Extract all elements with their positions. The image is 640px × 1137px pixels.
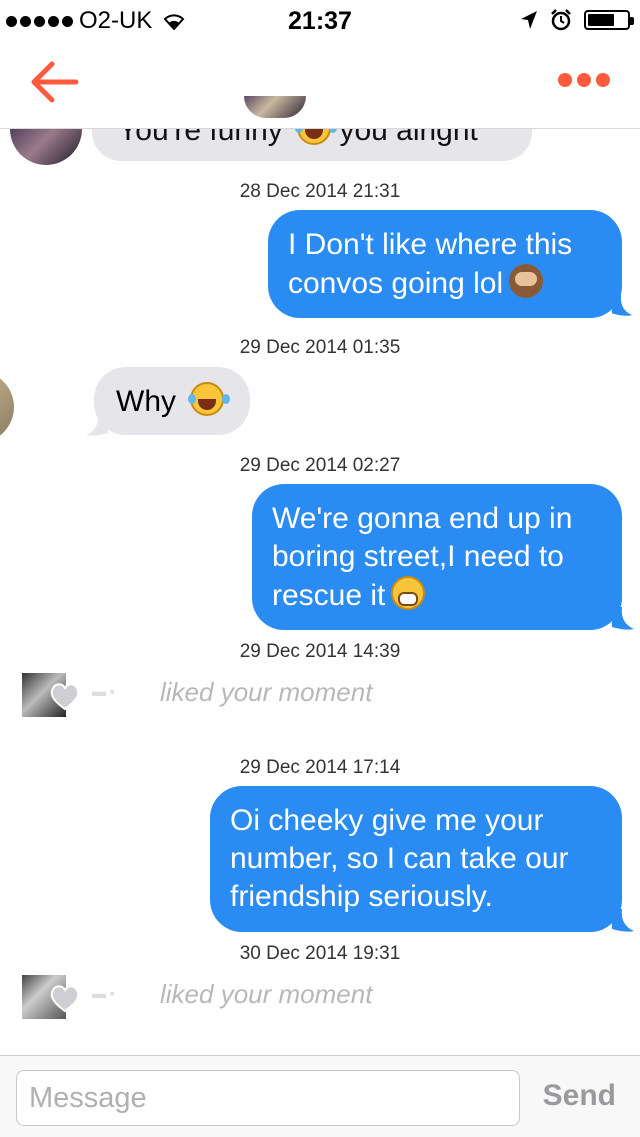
message-line: boring street,I need to <box>272 540 564 573</box>
timestamp: 28 Dec 2014 21:31 <box>239 181 401 202</box>
liked-moment-notice[interactable]: ▬ ▪ liked your moment <box>0 673 640 723</box>
message-text: Why <box>116 385 176 418</box>
message-line: convos going lol <box>288 267 504 300</box>
laughing-crying-emoji-icon <box>188 382 225 416</box>
liked-moment-notice[interactable]: ▬ ▪ liked your moment <box>0 975 640 1025</box>
message-line: rescue it <box>272 579 386 612</box>
sender-avatar[interactable] <box>0 371 14 443</box>
blurred-name: ▬ ▪ <box>92 985 115 1001</box>
blurred-name: ▬ ▪ <box>92 683 115 699</box>
liked-text: liked your moment <box>160 677 373 707</box>
outgoing-message: We're gonna end up in boring street,I ne… <box>252 484 622 630</box>
message-line: Oi cheeky give me your <box>230 804 544 837</box>
alarm-clock-icon <box>551 9 571 31</box>
message-line: I Don't like where this <box>288 228 573 261</box>
message-line: number, so I can take our <box>230 842 569 875</box>
timestamp: 30 Dec 2014 19:31 <box>239 943 401 964</box>
battery-icon <box>584 10 634 30</box>
timestamp: 29 Dec 2014 02:27 <box>239 455 401 476</box>
laughing-crying-emoji-icon <box>295 129 332 145</box>
see-no-evil-monkey-icon <box>509 264 544 298</box>
timestamp: 29 Dec 2014 14:39 <box>239 641 401 662</box>
ellipsis-icon <box>558 73 572 87</box>
message-text: You're funny <box>118 129 283 147</box>
match-avatar[interactable] <box>244 96 306 118</box>
bubble-tail <box>86 413 108 436</box>
location-arrow-icon <box>521 11 537 29</box>
bubble-tail <box>612 909 634 932</box>
heart-icon <box>50 985 80 1013</box>
grimacing-face-icon <box>391 576 426 610</box>
message-input[interactable] <box>16 1070 520 1126</box>
timestamp: 29 Dec 2014 17:14 <box>239 757 401 778</box>
send-button[interactable]: Send <box>543 1079 616 1113</box>
liked-text: liked your moment <box>160 979 373 1009</box>
message-line: friendship seriously. <box>230 880 493 913</box>
status-bar-right <box>520 9 634 31</box>
outgoing-message: I Don't like where this convos going lol <box>268 210 622 318</box>
outgoing-message: Oi cheeky give me your number, so I can … <box>210 786 622 932</box>
timestamp: 29 Dec 2014 01:35 <box>239 337 401 358</box>
bubble-tail <box>612 295 633 316</box>
incoming-message: Why <box>94 367 250 435</box>
arrow-left-icon <box>31 61 79 103</box>
sender-avatar[interactable] <box>10 129 82 165</box>
more-options-button[interactable] <box>558 73 610 87</box>
message-line: We're gonna end up in <box>272 502 573 535</box>
message-composer: Send <box>0 1055 640 1137</box>
nav-bar <box>0 40 640 129</box>
message-text: you alright <box>339 129 478 147</box>
bubble-tail <box>612 607 634 630</box>
heart-icon <box>50 683 80 711</box>
status-bar: O2-UK 21:37 <box>0 0 640 40</box>
conversation[interactable]: You're funny you alright 28 Dec 2014 21:… <box>0 129 640 1054</box>
back-button[interactable] <box>28 60 80 104</box>
incoming-message: You're funny you alright <box>92 129 532 161</box>
